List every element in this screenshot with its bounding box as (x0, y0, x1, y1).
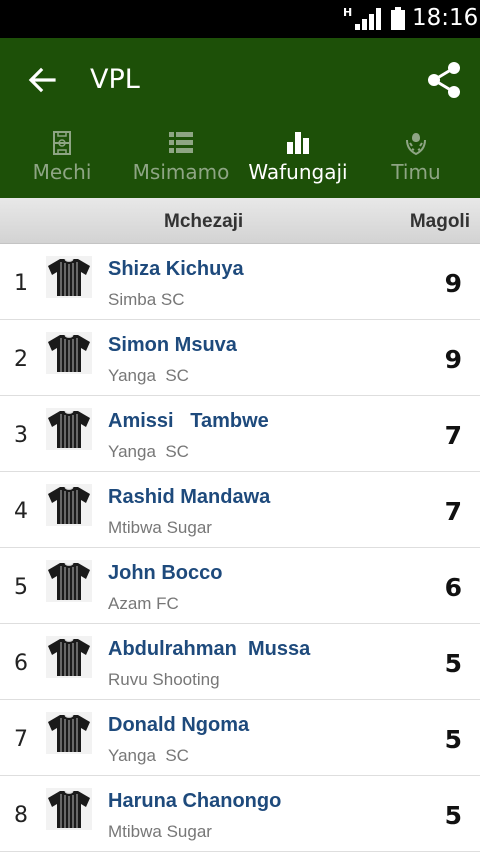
field-icon (53, 131, 71, 155)
share-icon[interactable] (424, 60, 464, 100)
team-name: Simba SC (108, 290, 185, 309)
player-name[interactable]: Abdulrahman Mussa (108, 638, 310, 661)
app-bar: VPL Mechi Msimamo Wafungaji Timu (0, 38, 480, 198)
table-row[interactable]: 6 Abdulrahman Mussa Ruvu Shooting 5 (0, 624, 480, 700)
player-name[interactable]: Simon Msuva (108, 334, 237, 357)
tab-label: Wafungaji (248, 160, 348, 184)
table-row[interactable]: 4 Rashid Mandawa Mtibwa Sugar 7 (0, 472, 480, 548)
tab-label: Msimamo (132, 160, 230, 184)
page-title: VPL (90, 64, 140, 95)
jersey-icon (46, 712, 92, 754)
player-name[interactable]: John Bocco (108, 562, 222, 585)
goals-count: 9 (444, 269, 462, 298)
tab-label: Mechi (32, 160, 92, 184)
table-row[interactable]: 8 Haruna Chanongo Mtibwa Sugar 5 (0, 776, 480, 852)
tab-label: Timu (391, 160, 441, 184)
scorers-list: 1 Shiza Kichuya Simba SC 9 2 Simon Msuva Yanga… (0, 244, 480, 852)
rank-number: 3 (14, 423, 28, 448)
table-row[interactable]: 7 Donald Ngoma Yanga SC 5 (0, 700, 480, 776)
player-name[interactable]: Shiza Kichuya (108, 258, 244, 281)
tab-msimamo[interactable]: Msimamo (126, 130, 236, 198)
jersey-icon (46, 332, 92, 374)
table-header: Mchezaji Magoli (0, 198, 480, 244)
clock: 18:16 (412, 5, 479, 31)
team-name: Mtibwa Sugar (108, 518, 212, 537)
team-name: Ruvu Shooting (108, 670, 220, 689)
table-row[interactable]: 3 Amissi Tambwe Yanga SC 7 (0, 396, 480, 472)
status-bar: H 18:16 (0, 0, 480, 38)
tab-mechi[interactable]: Mechi (24, 130, 100, 198)
table-row[interactable]: 1 Shiza Kichuya Simba SC 9 (0, 244, 480, 320)
player-name[interactable]: Haruna Chanongo (108, 790, 281, 813)
team-name: Yanga SC (108, 366, 189, 385)
signal-icon (355, 8, 381, 30)
jersey-icon (46, 256, 92, 298)
network-type-label: H (343, 6, 353, 19)
jersey-icon (46, 484, 92, 526)
goals-count: 5 (444, 801, 462, 830)
arrow-left-icon[interactable] (26, 64, 58, 96)
rank-number: 4 (14, 499, 28, 524)
jersey-icon (46, 408, 92, 450)
column-header-player: Mchezaji (164, 211, 244, 232)
bar-chart-icon (287, 132, 309, 154)
rank-number: 8 (14, 803, 28, 828)
table-row[interactable]: 2 Simon Msuva Yanga SC 9 (0, 320, 480, 396)
goals-count: 5 (444, 649, 462, 678)
list-icon (169, 132, 193, 153)
tab-timu[interactable]: Timu (380, 130, 452, 198)
player-name[interactable]: Rashid Mandawa (108, 486, 270, 509)
player-name[interactable]: Amissi Tambwe (108, 410, 269, 433)
team-name: Yanga SC (108, 746, 189, 765)
table-row[interactable]: 5 John Bocco Azam FC 6 (0, 548, 480, 624)
player-name[interactable]: Donald Ngoma (108, 714, 249, 737)
rank-number: 6 (14, 651, 28, 676)
rank-number: 5 (14, 575, 28, 600)
team-name: Mtibwa Sugar (108, 822, 212, 841)
rank-number: 1 (14, 271, 28, 296)
jersey-icon (46, 636, 92, 678)
goals-count: 7 (444, 421, 462, 450)
crest-icon (406, 133, 426, 156)
battery-icon (391, 7, 405, 30)
column-header-goals: Magoli (409, 211, 470, 232)
team-name: Yanga SC (108, 442, 189, 461)
goals-count: 6 (444, 573, 462, 602)
tab-wafungaji[interactable]: Wafungaji (244, 130, 352, 198)
team-name: Azam FC (108, 594, 179, 613)
jersey-icon (46, 788, 92, 830)
jersey-icon (46, 560, 92, 602)
goals-count: 9 (444, 345, 462, 374)
goals-count: 7 (444, 497, 462, 526)
goals-count: 5 (444, 725, 462, 754)
rank-number: 7 (14, 727, 28, 752)
rank-number: 2 (14, 347, 28, 372)
